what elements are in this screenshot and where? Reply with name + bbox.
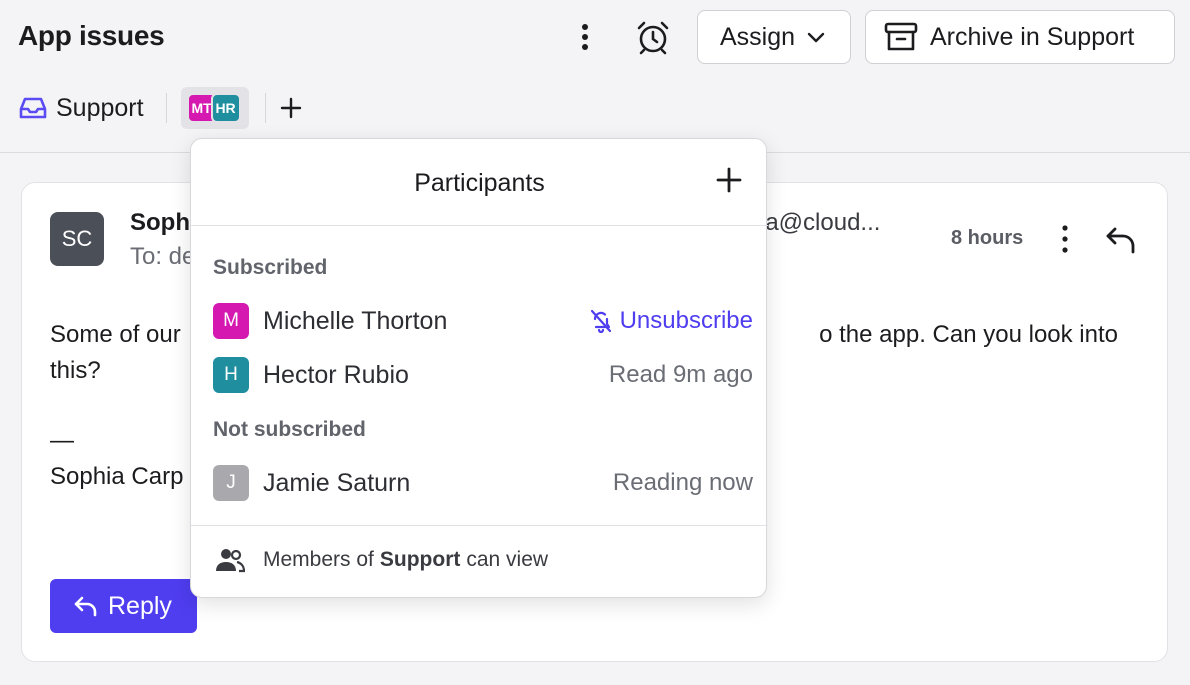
reply-icon-button[interactable] (1104, 223, 1138, 257)
visibility-suffix: can view (466, 548, 549, 571)
avatar-hr: HR (210, 93, 241, 123)
avatar: H (213, 357, 249, 393)
plus-icon (280, 97, 301, 119)
recipient-line: To: de (130, 243, 196, 270)
divider (264, 93, 266, 123)
unsubscribe-label: Unsubscribe (619, 307, 753, 334)
not-subscribed-heading: Not subscribed (213, 418, 366, 441)
visibility-team: Support (379, 548, 461, 571)
bell-off-icon (590, 309, 612, 333)
avatar: J (213, 465, 249, 501)
body-line-end: o the app. Can you look into (819, 321, 1118, 348)
conversation-header: App issues Assign Archive in Support Sup… (0, 0, 1190, 153)
participant-name: Michelle Thorton (263, 306, 448, 335)
avatar: M (213, 303, 249, 339)
page-title: App issues (18, 20, 165, 51)
snooze-button[interactable] (633, 17, 673, 57)
popover-title: Participants (414, 169, 545, 197)
reply-button[interactable]: Reply (50, 579, 197, 633)
assign-label: Assign (720, 22, 796, 51)
inbox-icon (18, 95, 48, 121)
subscribed-heading: Subscribed (213, 256, 328, 279)
assign-button[interactable]: Assign (697, 10, 851, 64)
users-icon (215, 547, 245, 573)
participant-row: H Hector Rubio Read 9m ago (213, 357, 753, 393)
message-more-button[interactable] (1056, 223, 1074, 255)
vertical-dots-icon (1062, 225, 1068, 253)
divider (191, 225, 768, 226)
inbox-label: Support (56, 93, 144, 122)
chevron-down-icon (807, 31, 825, 43)
plus-icon (716, 167, 742, 193)
participant-name: Jamie Saturn (263, 468, 411, 497)
participant-name: Hector Rubio (263, 360, 409, 389)
sender-avatar: SC (50, 212, 104, 266)
body-line-start: Some of our (50, 321, 181, 348)
archive-box-icon (884, 21, 918, 53)
participants-chip[interactable]: MT HR (180, 87, 249, 129)
add-participant-button[interactable] (280, 97, 302, 119)
alarm-clock-icon (637, 21, 669, 55)
participant-row: J Jamie Saturn Reading now (213, 465, 753, 501)
reply-arrow-icon (1106, 227, 1135, 254)
participant-row: M Michelle Thorton Unsubscribe (213, 303, 753, 339)
participants-popover: Participants Subscribed M Michelle Thort… (190, 138, 768, 598)
reply-label: Reply (108, 591, 172, 620)
unsubscribe-button[interactable]: Unsubscribe (590, 307, 753, 335)
visibility-prefix: Members of (263, 548, 374, 571)
divider (165, 93, 167, 123)
inbox-row: Support MT HR (18, 86, 302, 130)
reply-arrow-icon (74, 595, 98, 617)
divider (191, 525, 768, 526)
inbox-link[interactable]: Support (18, 94, 144, 123)
visibility-note: Members of Support can view (215, 547, 548, 573)
vertical-dots-icon (582, 24, 588, 50)
read-status: Reading now (612, 469, 753, 496)
message-time: 8 hours (951, 227, 1024, 249)
sender-name: Soph (130, 209, 190, 236)
archive-button[interactable]: Archive in Support (865, 10, 1175, 64)
sender-email: ia@cloud... (760, 209, 881, 236)
add-participant-button[interactable] (716, 167, 742, 193)
more-options-button[interactable] (572, 20, 598, 54)
read-status: Read 9m ago (608, 361, 753, 388)
archive-label: Archive in Support (930, 22, 1135, 51)
